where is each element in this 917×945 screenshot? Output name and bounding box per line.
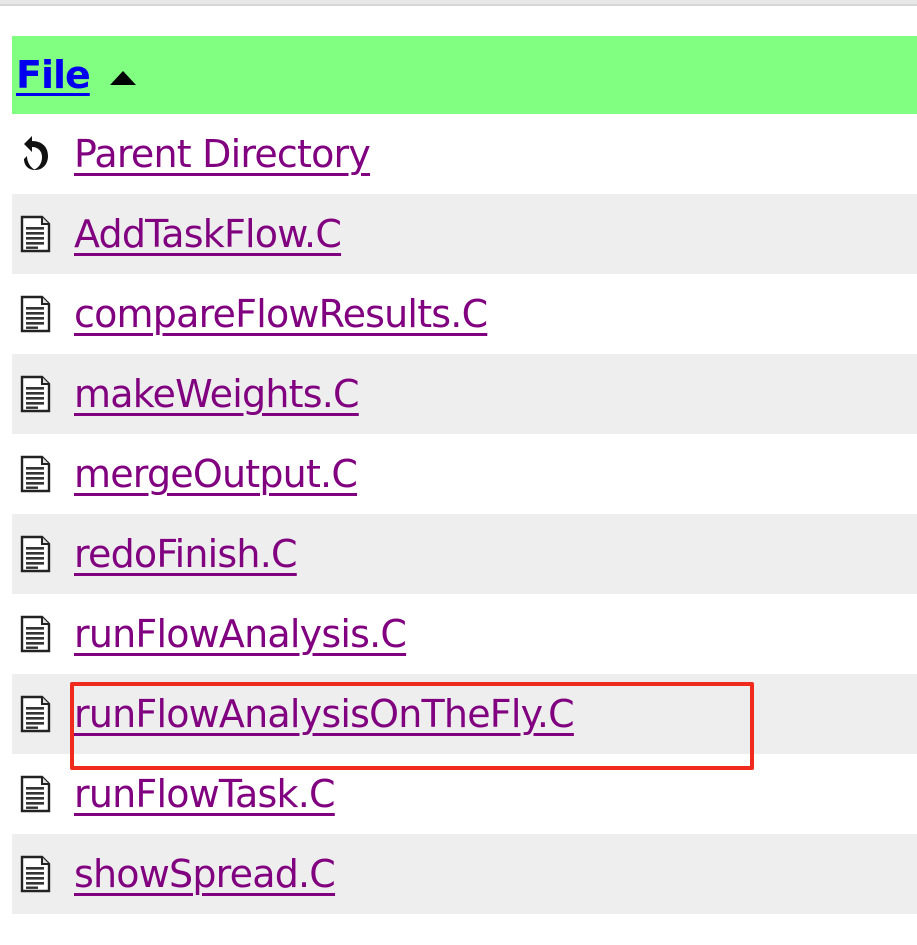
table-row: runFlowTask.C — [12, 754, 917, 834]
file-name-label: runFlowTask.C — [74, 772, 336, 816]
file-name-label: Parent Directory — [74, 132, 371, 176]
file-link[interactable]: runFlowAnalysisOnTheFly.C — [18, 692, 575, 736]
file-link[interactable]: mergeOutput.C — [18, 452, 358, 496]
file-rows: Parent Directory AddTaskFlow.C compareFlow… — [12, 114, 917, 914]
file-link[interactable]: compareFlowResults.C — [18, 292, 488, 336]
file-link[interactable]: makeWeights.C — [18, 372, 360, 416]
text-file-icon — [18, 374, 52, 414]
file-link[interactable]: runFlowAnalysis.C — [18, 612, 407, 656]
file-name-label: showSpread.C — [74, 852, 336, 896]
table-row: Parent Directory — [12, 114, 917, 194]
sort-ascending-icon — [109, 71, 136, 85]
table-row: makeWeights.C — [12, 354, 917, 434]
text-file-icon — [18, 454, 52, 494]
text-file-icon — [18, 294, 52, 334]
file-name-label: makeWeights.C — [74, 372, 360, 416]
table-row: showSpread.C — [12, 834, 917, 914]
file-listing-table: File Parent Directory AddTaskFlow.C compar… — [12, 36, 917, 914]
file-name-label: redoFinish.C — [74, 532, 298, 576]
back-arrow-icon — [18, 134, 52, 174]
file-link[interactable]: AddTaskFlow.C — [18, 212, 342, 256]
text-file-icon — [18, 694, 52, 734]
table-row: redoFinish.C — [12, 514, 917, 594]
file-name-label: AddTaskFlow.C — [74, 212, 342, 256]
file-name-label: runFlowAnalysis.C — [74, 612, 407, 656]
file-link[interactable]: showSpread.C — [18, 852, 336, 896]
table-row: mergeOutput.C — [12, 434, 917, 514]
file-name-label: compareFlowResults.C — [74, 292, 488, 336]
file-link[interactable]: runFlowTask.C — [18, 772, 336, 816]
table-row: runFlowAnalysisOnTheFly.C — [12, 674, 917, 754]
file-name-label: runFlowAnalysisOnTheFly.C — [74, 692, 575, 736]
table-row: runFlowAnalysis.C — [12, 594, 917, 674]
text-file-icon — [18, 774, 52, 814]
table-row: AddTaskFlow.C — [12, 194, 917, 274]
text-file-icon — [18, 214, 52, 254]
text-file-icon — [18, 534, 52, 574]
file-column-sort-link[interactable]: File — [16, 53, 91, 97]
column-header: File — [12, 36, 917, 114]
table-row: compareFlowResults.C — [12, 274, 917, 354]
text-file-icon — [18, 854, 52, 894]
parent-directory-link[interactable]: Parent Directory — [18, 132, 371, 176]
file-name-label: mergeOutput.C — [74, 452, 358, 496]
text-file-icon — [18, 614, 52, 654]
file-link[interactable]: redoFinish.C — [18, 532, 298, 576]
top-divider — [0, 0, 917, 6]
